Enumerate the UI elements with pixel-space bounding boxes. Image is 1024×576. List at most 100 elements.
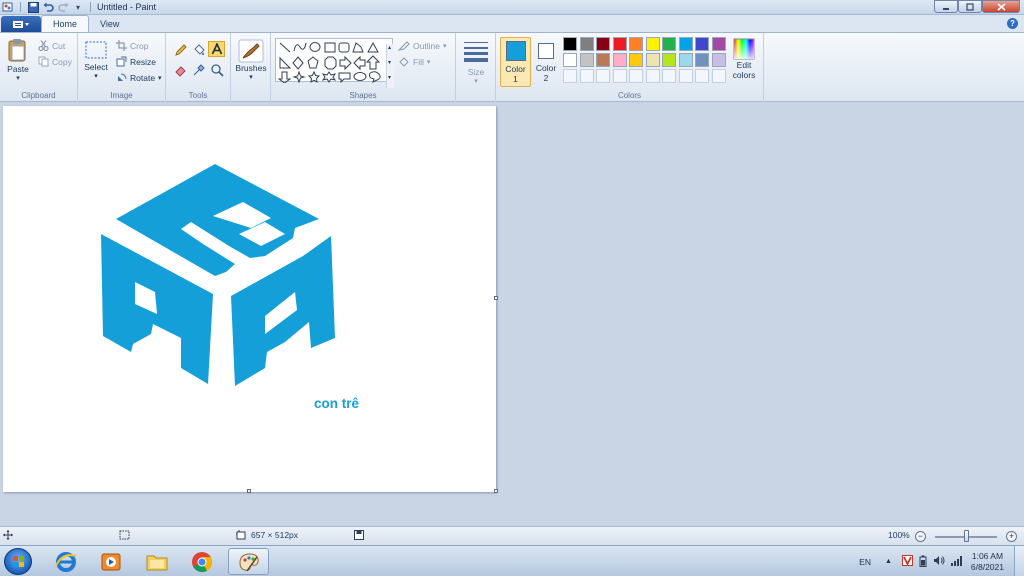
palette-swatch[interactable] <box>662 53 676 67</box>
save-icon[interactable] <box>27 1 39 13</box>
taskbar-file-explorer[interactable] <box>136 548 177 575</box>
redo-icon[interactable] <box>57 1 69 13</box>
palette-swatch[interactable] <box>711 37 726 51</box>
canvas-workspace[interactable]: con trê <box>0 102 1024 526</box>
eraser-tool[interactable] <box>174 63 188 77</box>
palette-swatch[interactable] <box>678 53 693 67</box>
palette-custom-slot[interactable] <box>612 69 627 83</box>
palette-swatch[interactable] <box>612 37 627 51</box>
palette-swatch[interactable] <box>596 37 610 51</box>
cut-button[interactable]: Cut <box>38 40 65 51</box>
brushes-label: Brushes <box>235 63 267 73</box>
tab-view[interactable]: View <box>89 15 130 32</box>
resize-button[interactable]: Resize <box>116 56 156 67</box>
help-icon[interactable]: ? <box>1007 18 1018 29</box>
palette-custom-slot[interactable] <box>629 69 643 83</box>
palette-swatch[interactable] <box>645 37 660 51</box>
palette-swatch[interactable] <box>662 37 676 51</box>
text-tool[interactable] <box>208 41 225 57</box>
palette-swatch[interactable] <box>563 37 577 51</box>
paint-palette-icon <box>238 552 259 571</box>
fill-dropdown-icon: ▾ <box>426 58 431 66</box>
palette-custom-slot[interactable] <box>695 69 709 83</box>
volume-icon[interactable] <box>933 555 945 568</box>
title-bar: ▾ Untitled - Paint <box>0 0 1024 15</box>
canvas-resize-handle-bottom[interactable] <box>247 489 251 493</box>
palette-swatch[interactable] <box>711 53 726 67</box>
zoom-in-button[interactable]: + <box>1006 531 1017 542</box>
scroll-more-icon[interactable]: ▾ <box>388 74 391 81</box>
edit-colors-button[interactable]: Edit colors <box>728 38 760 80</box>
tray-expand-icon[interactable]: ▲ <box>885 558 892 565</box>
fill-button[interactable]: Fill ▾ <box>398 56 430 67</box>
palette-swatch[interactable] <box>695 53 709 67</box>
color-2-number: 2 <box>543 73 549 83</box>
brushes-button[interactable]: Brushes ▾ <box>234 39 268 81</box>
fill-tool[interactable] <box>192 43 206 57</box>
canvas-resize-handle-right[interactable] <box>494 296 498 300</box>
color-1-button[interactable]: Color 1 <box>500 37 531 87</box>
copy-button[interactable]: Copy <box>38 56 72 67</box>
clipboard-group: Paste ▾ Cut Copy Clipboard <box>0 33 78 102</box>
palette-swatch[interactable] <box>629 53 643 67</box>
scroll-up-icon[interactable]: ▴ <box>388 44 391 51</box>
paste-button[interactable]: Paste ▾ <box>5 38 31 82</box>
paint-app-icon[interactable] <box>2 1 14 13</box>
taskbar-paint[interactable] <box>228 548 269 575</box>
color-picker-tool[interactable] <box>192 63 206 77</box>
battery-icon[interactable] <box>919 555 927 569</box>
taskbar-chrome[interactable] <box>181 548 222 575</box>
palette-custom-slot[interactable] <box>662 69 676 83</box>
tab-home[interactable]: Home <box>41 15 90 32</box>
antivirus-tray-icon[interactable] <box>901 555 913 568</box>
close-button[interactable] <box>982 0 1020 13</box>
zoom-slider-thumb[interactable] <box>964 530 969 542</box>
network-signal-icon[interactable] <box>950 555 963 568</box>
paint-menu-button[interactable] <box>1 16 41 32</box>
pencil-tool[interactable] <box>174 43 188 57</box>
color-2-button[interactable]: Color 2 <box>533 37 559 87</box>
color-1-number: 1 <box>513 74 518 84</box>
palette-swatch[interactable] <box>645 53 660 67</box>
taskbar-internet-explorer[interactable] <box>45 548 86 575</box>
shapes-gallery-icons <box>278 41 381 83</box>
palette-custom-slot[interactable] <box>579 69 594 83</box>
customize-qat-icon[interactable]: ▾ <box>72 1 84 13</box>
palette-swatch[interactable] <box>629 37 643 51</box>
taskbar-media-player[interactable] <box>90 548 131 575</box>
canvas-resize-handle-corner[interactable] <box>494 489 498 493</box>
maximize-button[interactable] <box>958 0 982 13</box>
minimize-button[interactable] <box>934 0 958 13</box>
eraser-icon <box>175 66 186 77</box>
zoom-out-button[interactable]: − <box>915 531 926 542</box>
start-button[interactable] <box>4 548 32 575</box>
palette-swatch[interactable] <box>563 53 577 67</box>
drawing-canvas[interactable]: con trê <box>3 106 496 492</box>
palette-custom-slot[interactable] <box>711 69 726 83</box>
select-button[interactable]: Select ▾ <box>83 40 109 80</box>
crop-button[interactable]: Crop <box>116 40 148 51</box>
undo-icon[interactable] <box>42 1 54 13</box>
brush-icon <box>238 39 264 63</box>
palette-swatch[interactable] <box>612 53 627 67</box>
language-indicator[interactable]: EN <box>859 557 871 567</box>
shapes-gallery[interactable]: ▴ ▾ ▾ <box>275 38 394 88</box>
palette-swatch[interactable] <box>579 37 594 51</box>
shapes-scrollbar[interactable]: ▴ ▾ ▾ <box>386 44 394 88</box>
size-button[interactable]: Size ▾ <box>461 39 491 85</box>
palette-custom-slot[interactable] <box>645 69 660 83</box>
outline-button[interactable]: Outline ▾ <box>398 40 446 51</box>
palette-custom-slot[interactable] <box>678 69 693 83</box>
taskbar-clock[interactable]: 1:06 AM 6/8/2021 <box>971 551 1004 573</box>
size-group: Size ▾ <box>456 33 496 102</box>
scroll-down-icon[interactable]: ▾ <box>388 59 391 66</box>
rotate-button[interactable]: Rotate ▾ <box>116 72 162 83</box>
palette-swatch[interactable] <box>695 37 709 51</box>
palette-custom-slot[interactable] <box>563 69 577 83</box>
magnifier-tool[interactable] <box>210 63 224 77</box>
palette-swatch[interactable] <box>596 53 610 67</box>
palette-swatch[interactable] <box>678 37 693 51</box>
palette-swatch[interactable] <box>579 53 594 67</box>
palette-custom-slot[interactable] <box>596 69 610 83</box>
show-desktop-button[interactable] <box>1014 546 1024 576</box>
